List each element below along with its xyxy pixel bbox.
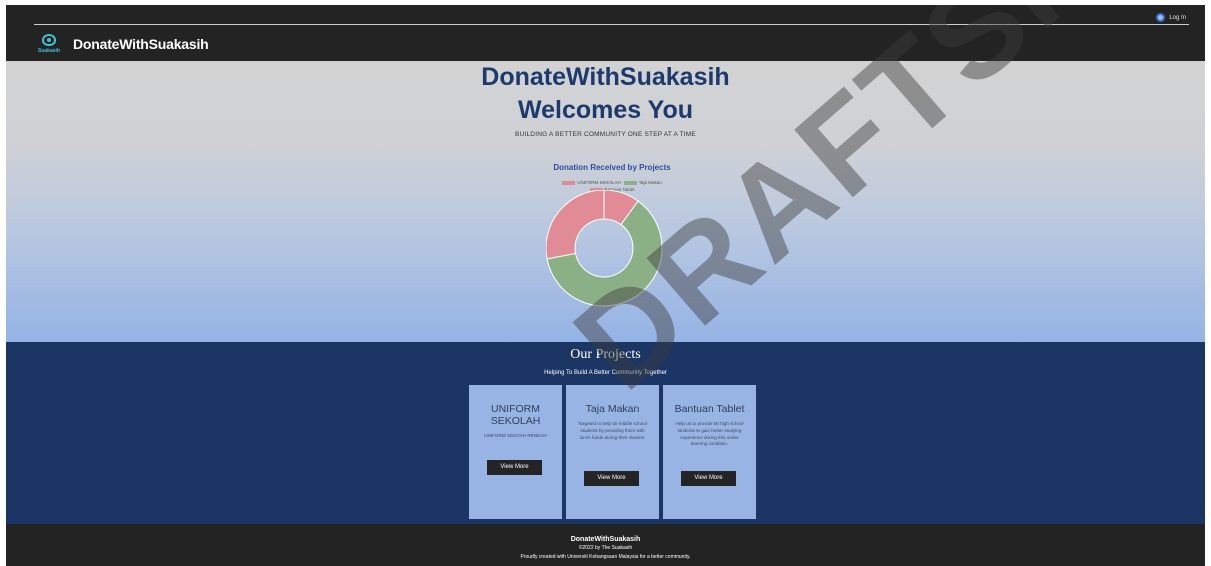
brand[interactable]: Suakasih DonateWithSuakasih (37, 32, 209, 56)
brand-name: DonateWithSuakasih (73, 36, 209, 52)
project-card-desc: UNIFORM SEKOAH RENDAH (484, 433, 547, 438)
footer-brand: DonateWithSuakasih (570, 536, 641, 543)
chart-title: Donation Received by Projects (553, 163, 671, 172)
footer-copyright: ©2022 by The Suakasih (578, 545, 633, 551)
legend-item[interactable]: Taja Makan (623, 180, 662, 185)
donut-chart (546, 190, 663, 307)
view-more-button[interactable]: View More (487, 460, 542, 475)
projects-subtitle: Helping To Build A Better Community Toge… (544, 370, 667, 376)
project-card-title: UNIFORM SEKOLAH (490, 403, 541, 427)
hero-title-line1: DonateWithSuakasih (481, 63, 730, 91)
user-icon (1156, 13, 1166, 22)
suakasih-logo: Suakasih (37, 32, 61, 56)
legend-label: UNIFORM SEKOLAH (577, 180, 621, 185)
hero-section: DonateWithSuakasih Welcomes You BUILDING… (6, 61, 1205, 342)
project-card-desc: Help us to provide 50 high school studen… (675, 421, 744, 447)
project-card-bantuan-tablet: Bantuan Tablet Help us to provide 50 hig… (663, 385, 756, 519)
legend-label: Taja Makan (638, 180, 662, 185)
hero-tagline: BUILDING A BETTER COMMUNITY ONE STEP AT … (515, 131, 696, 138)
legend-swatch (562, 180, 576, 185)
donation-chart: Donation Received by Projects UNIFORM SE… (546, 157, 678, 337)
heart-icon (42, 34, 56, 46)
site-footer: DonateWithSuakasih ©2022 by The Suakasih… (6, 524, 1205, 566)
login-label: Log In (1169, 14, 1186, 21)
view-more-button[interactable]: View More (681, 471, 736, 486)
project-card-title: Bantuan Tablet (674, 403, 745, 415)
projects-title: Our Projects (570, 347, 641, 362)
logo-text: Suakasih (38, 48, 60, 54)
donut-slice-bantuan-tablet[interactable] (546, 190, 605, 260)
legend-item[interactable]: UNIFORM SEKOLAH (562, 180, 621, 185)
header-divider (34, 24, 1189, 25)
site-header: Log In Suakasih DonateWithSuakasih (6, 5, 1205, 61)
footer-credit: Proudly created with Universiti Kebangsa… (520, 554, 691, 560)
project-card-title: Taja Makan (585, 403, 640, 415)
view-more-button[interactable]: View More (584, 471, 639, 486)
projects-section: Our Projects Helping To Build A Better C… (6, 342, 1205, 524)
login-button[interactable]: Log In (1156, 13, 1186, 22)
hero-title-line2: Welcomes You (517, 96, 694, 124)
project-card-uniform-sekolah: UNIFORM SEKOLAH UNIFORM SEKOAH RENDAH Vi… (469, 385, 562, 519)
legend-swatch (623, 180, 637, 185)
legend-row-1: UNIFORM SEKOLAH Taja Makan (546, 179, 678, 186)
project-card-taja-makan: Taja Makan Targeted to help 50 middle sc… (566, 385, 659, 519)
page: Log In Suakasih DonateWithSuakasih Donat… (6, 5, 1205, 566)
project-card-desc: Targeted to help 50 middle school studen… (578, 421, 647, 440)
